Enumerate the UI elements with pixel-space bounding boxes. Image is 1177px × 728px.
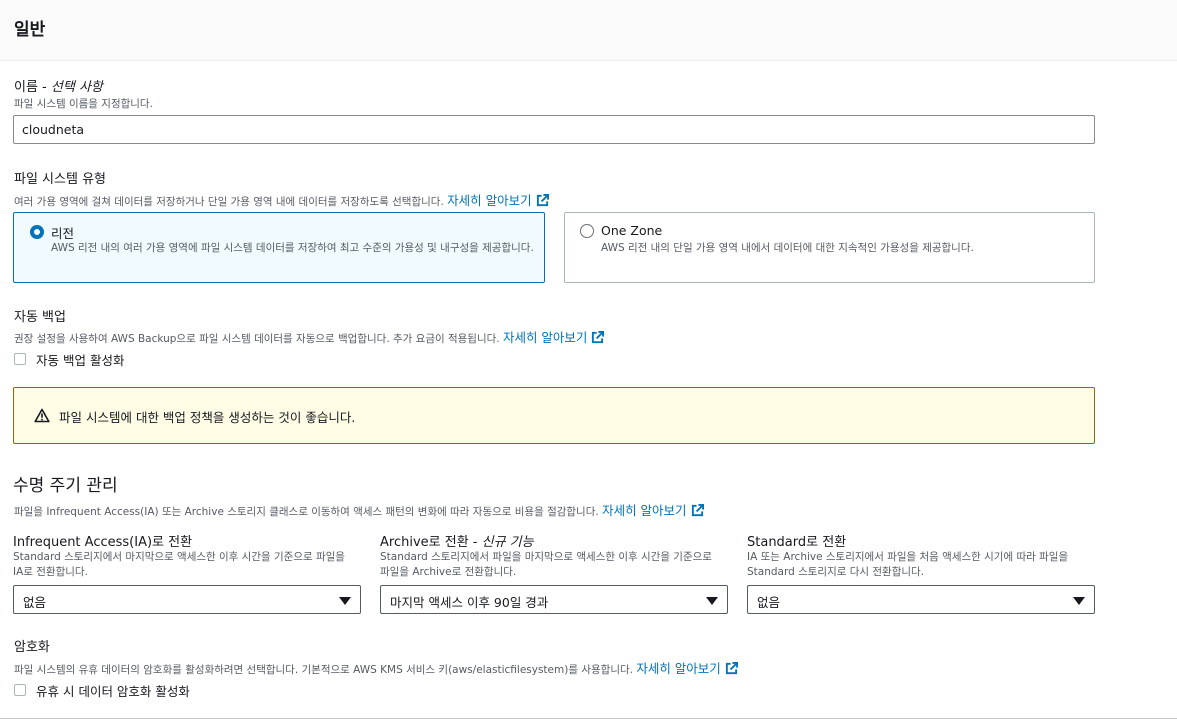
standard-transition-select[interactable]: 없음 xyxy=(747,585,1095,614)
section-header: 일반 xyxy=(0,0,1177,61)
option-tile-one-zone[interactable]: One Zone AWS 리전 내의 단일 가용 영역 내에서 데이터에 대한 … xyxy=(564,212,1095,283)
file-system-type-description-text: 여러 가용 영역에 걸쳐 데이터를 저장하거나 단일 가용 영역 내에 데이터를… xyxy=(14,196,444,208)
standard-transition-label: Standard로 전환 xyxy=(747,535,847,550)
encryption-checkbox[interactable] xyxy=(14,684,26,696)
caret-down-icon xyxy=(706,597,718,605)
archive-new-feature-text: 신규 기능 xyxy=(481,535,534,550)
backup-label: 자동 백업 xyxy=(14,310,66,325)
file-system-type-description: 여러 가용 영역에 걸쳐 데이터를 저장하거나 단일 가용 영역 내에 데이터를… xyxy=(14,190,549,209)
caret-down-icon xyxy=(1073,597,1085,605)
encryption-learn-more-link[interactable]: 자세히 알아보기 xyxy=(636,661,738,676)
archive-transition-label: Archive로 전환 - 신규 기능 xyxy=(380,531,534,550)
section-title: 일반 xyxy=(14,20,46,40)
ia-transition-description: Standard 스토리지에서 마지막으로 액세스한 이후 시간을 기준으로 파… xyxy=(13,551,345,578)
external-link-icon xyxy=(725,662,738,675)
external-link-icon xyxy=(536,194,549,207)
lifecycle-heading: 수명 주기 관리 xyxy=(13,476,118,496)
name-label-text: 이름 - xyxy=(14,80,51,95)
lifecycle-learn-more-link[interactable]: 자세히 알아보기 xyxy=(602,503,704,518)
name-description: 파일 시스템 이름을 지정합니다. xyxy=(14,98,153,110)
backup-warning-text: 파일 시스템에 대한 백업 정책을 생성하는 것이 좋습니다. xyxy=(59,410,356,425)
ia-transition-label: Infrequent Access(IA)로 전환 xyxy=(13,535,193,550)
name-input[interactable] xyxy=(13,115,1095,144)
name-optional-text: 선택 사항 xyxy=(50,80,103,95)
region-option-description: AWS 리전 내의 여러 가용 영역에 파일 시스템 데이터를 저장하여 최고 … xyxy=(51,242,534,254)
region-radio[interactable] xyxy=(30,225,44,239)
one-zone-option-description: AWS 리전 내의 단일 가용 영역 내에서 데이터에 대한 지속적인 가용성을… xyxy=(601,242,974,254)
warning-icon xyxy=(34,408,50,423)
external-link-icon xyxy=(592,331,605,344)
encryption-description: 파일 시스템의 유휴 데이터의 암호화를 활성화하려면 선택합니다. 기본적으로… xyxy=(14,658,738,677)
backup-checkbox[interactable] xyxy=(14,353,26,365)
archive-transition-description: Standard 스토리지에서 파일을 마지막으로 액세스한 이후 시간을 기준… xyxy=(380,551,712,578)
caret-down-icon xyxy=(339,597,351,605)
backup-description: 권장 설정을 사용하여 AWS Backup으로 파일 시스템 데이터를 자동으… xyxy=(14,327,605,346)
section-bottom-divider xyxy=(0,718,1177,728)
one-zone-radio[interactable] xyxy=(580,224,594,238)
ia-transition-value: 없음 xyxy=(23,595,47,610)
file-system-type-learn-more-link[interactable]: 자세히 알아보기 xyxy=(447,193,549,208)
file-system-type-label: 파일 시스템 유형 xyxy=(14,172,106,187)
option-tile-region[interactable]: 리전 AWS 리전 내의 여러 가용 영역에 파일 시스템 데이터를 저장하여 … xyxy=(13,212,545,283)
region-option-title: 리전 xyxy=(51,226,75,241)
backup-learn-more-link[interactable]: 자세히 알아보기 xyxy=(503,330,605,345)
backup-description-text: 권장 설정을 사용하여 AWS Backup으로 파일 시스템 데이터를 자동으… xyxy=(14,333,500,345)
lifecycle-description: 파일을 Infrequent Access(IA) 또는 Archive 스토리… xyxy=(14,500,704,519)
encryption-description-text: 파일 시스템의 유휴 데이터의 암호화를 활성화하려면 선택합니다. 기본적으로… xyxy=(14,664,633,676)
encryption-label: 암호화 xyxy=(14,640,50,655)
name-label: 이름 - 선택 사항 xyxy=(14,76,103,95)
external-link-icon xyxy=(691,504,704,517)
archive-transition-label-text: Archive로 전환 - xyxy=(380,535,482,550)
standard-transition-description: IA 또는 Archive 스토리지에서 파일을 처음 액세스한 시기에 따라 … xyxy=(747,551,1069,578)
standard-transition-value: 없음 xyxy=(757,595,781,610)
archive-transition-select[interactable]: 마지막 액세스 이후 90일 경과 xyxy=(380,585,728,614)
ia-transition-select[interactable]: 없음 xyxy=(13,585,361,614)
archive-transition-value: 마지막 액세스 이후 90일 경과 xyxy=(390,595,549,610)
backup-warning-alert: 파일 시스템에 대한 백업 정책을 생성하는 것이 좋습니다. xyxy=(13,387,1095,444)
lifecycle-description-text: 파일을 Infrequent Access(IA) 또는 Archive 스토리… xyxy=(14,506,599,518)
one-zone-option-title: One Zone xyxy=(601,223,663,238)
encryption-checkbox-label[interactable]: 유휴 시 데이터 암호화 활성화 xyxy=(36,681,190,700)
backup-checkbox-label[interactable]: 자동 백업 활성화 xyxy=(36,350,124,369)
